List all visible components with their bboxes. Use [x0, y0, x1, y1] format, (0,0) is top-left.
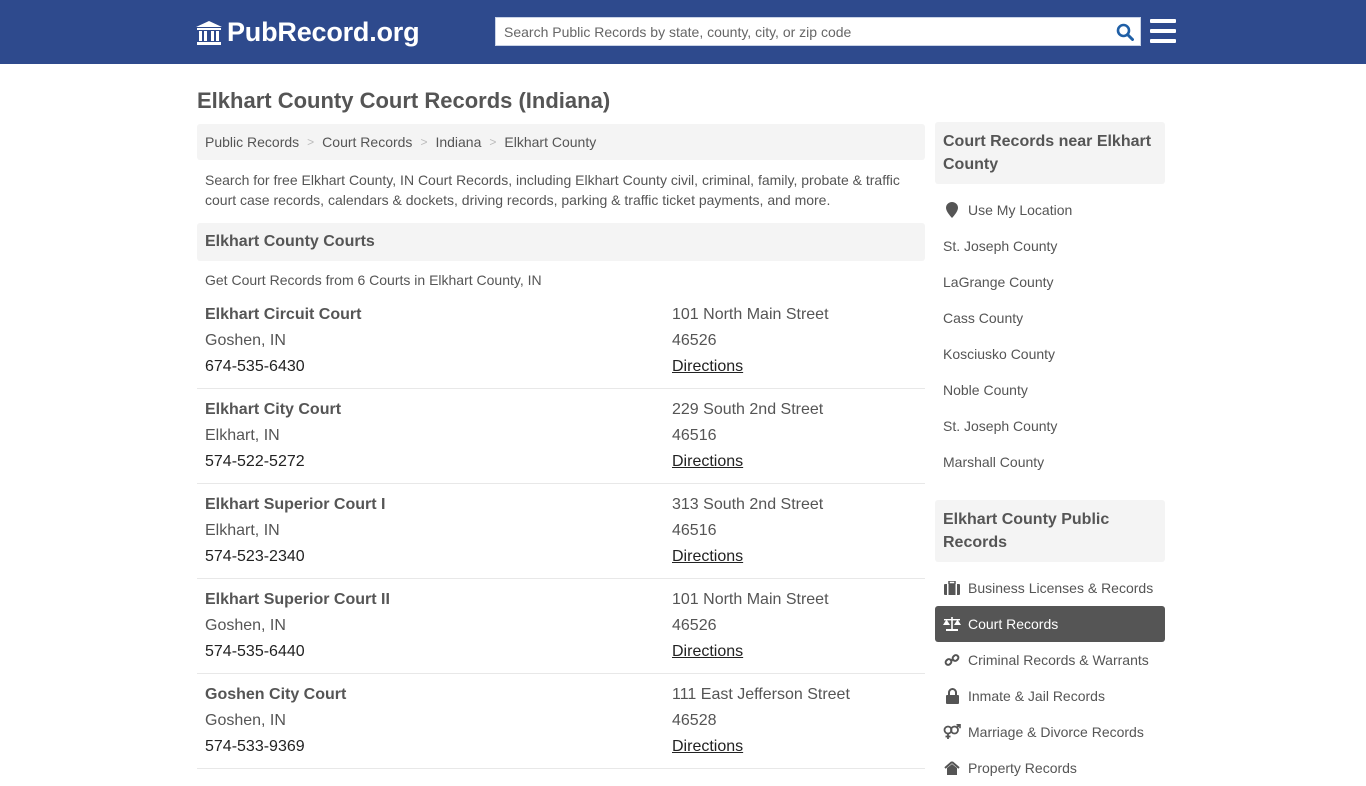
nearby-list: Use My Location St. Joseph County LaGran… [935, 192, 1165, 480]
courts-section-heading: Elkhart County Courts [197, 223, 925, 261]
court-phone[interactable]: 574-522-5272 [205, 449, 341, 475]
courts-count-text: Get Court Records from 6 Courts in Elkha… [205, 272, 542, 288]
court-street: 313 South 2nd Street [672, 496, 824, 513]
sidebar-item-label: Criminal Records & Warrants [968, 652, 1149, 668]
court-zip: 46516 [672, 427, 717, 444]
nearby-county-link[interactable]: St. Joseph County [935, 228, 1165, 264]
sidebar-item-court-records[interactable]: Court Records [935, 606, 1165, 642]
public-records-list: Business Licenses & Records Court Record… [935, 570, 1165, 786]
top-navbar: PubRecord.org [0, 0, 1366, 64]
home-icon [943, 760, 961, 776]
search-icon [1116, 23, 1134, 41]
court-name: Goshen City Court [205, 686, 347, 703]
scales-icon [943, 616, 961, 632]
court-listing: Elkhart Circuit Court Goshen, IN 674-535… [197, 302, 925, 389]
court-zip: 46526 [672, 332, 717, 349]
court-city: Goshen, IN [205, 712, 286, 729]
breadcrumb-court-records[interactable]: Court Records [322, 134, 412, 150]
public-records-block: Elkhart County Public Records Business L… [935, 500, 1165, 786]
menu-bar-icon [1150, 39, 1176, 43]
breadcrumb: Public Records > Court Records > Indiana… [197, 124, 925, 160]
breadcrumb-separator: > [489, 135, 497, 149]
search-input[interactable] [496, 18, 1110, 45]
court-listing: Elkhart Superior Court II Goshen, IN 574… [197, 579, 925, 674]
logo-text: PubRecord.org [227, 17, 420, 47]
court-name: Elkhart Circuit Court [205, 306, 362, 323]
court-name: Elkhart Superior Court I [205, 496, 386, 513]
breadcrumb-separator: > [420, 135, 428, 149]
hamburger-menu-button[interactable] [1150, 19, 1176, 43]
nearby-county-link[interactable]: LaGrange County [935, 264, 1165, 300]
intro-text: Search for free Elkhart County, IN Court… [205, 172, 900, 208]
breadcrumb-separator: > [307, 135, 315, 149]
public-records-heading: Elkhart County Public Records [935, 500, 1165, 562]
breadcrumb-public-records[interactable]: Public Records [205, 134, 299, 150]
nearby-county-link[interactable]: Marshall County [935, 444, 1165, 480]
menu-bar-icon [1150, 19, 1176, 23]
court-phone[interactable]: 674-535-6430 [205, 354, 361, 380]
sidebar-item-marriage-records[interactable]: Marriage & Divorce Records [935, 714, 1165, 750]
court-listing: Goshen City Court Goshen, IN 574-533-936… [197, 674, 925, 769]
page-title: Elkhart County Court Records (Indiana) [197, 88, 611, 113]
court-zip: 46516 [672, 522, 717, 539]
sidebar-item-label: Court Records [968, 616, 1059, 632]
court-street: 101 North Main Street [672, 306, 829, 323]
court-name: Elkhart City Court [205, 401, 342, 418]
sidebar-item-label: Business Licenses & Records [968, 580, 1154, 596]
nearby-county-link[interactable]: St. Joseph County [935, 408, 1165, 444]
sidebar-item-criminal-records[interactable]: Criminal Records & Warrants [935, 642, 1165, 678]
main-content: Public Records > Court Records > Indiana… [197, 124, 925, 769]
directions-link[interactable]: Directions [672, 358, 743, 375]
court-zip: 46526 [672, 617, 717, 634]
search-bar [495, 17, 1141, 46]
nearby-county-link[interactable]: Noble County [935, 372, 1165, 408]
court-city: Elkhart, IN [205, 427, 280, 444]
sidebar-item-label: Property Records [968, 760, 1077, 776]
sidebar-item-label: Marriage & Divorce Records [968, 724, 1144, 740]
nearby-heading: Court Records near Elkhart County [935, 122, 1165, 184]
directions-link[interactable]: Directions [672, 548, 743, 565]
breadcrumb-indiana[interactable]: Indiana [435, 134, 481, 150]
directions-link[interactable]: Directions [672, 453, 743, 470]
court-listing: Elkhart Superior Court I Elkhart, IN 574… [197, 484, 925, 579]
briefcase-icon [943, 580, 961, 596]
sidebar: Court Records near Elkhart County Use My… [935, 122, 1165, 786]
map-marker-icon [943, 202, 961, 218]
court-street: 101 North Main Street [672, 591, 829, 608]
link-icon [943, 652, 961, 668]
menu-bar-icon [1150, 29, 1176, 33]
court-street: 229 South 2nd Street [672, 401, 824, 418]
search-button[interactable] [1110, 18, 1140, 45]
site-logo[interactable]: PubRecord.org [195, 17, 420, 48]
sidebar-item-inmate-records[interactable]: Inmate & Jail Records [935, 678, 1165, 714]
nearby-county-link[interactable]: Kosciusko County [935, 336, 1165, 372]
court-phone[interactable]: 574-533-9369 [205, 734, 346, 760]
sidebar-item-label: Inmate & Jail Records [968, 688, 1105, 704]
court-phone[interactable]: 574-535-6440 [205, 639, 390, 665]
use-my-location-button[interactable]: Use My Location [935, 192, 1165, 228]
court-city: Elkhart, IN [205, 522, 280, 539]
sidebar-item-property-records[interactable]: Property Records [935, 750, 1165, 786]
court-phone[interactable]: 574-523-2340 [205, 544, 385, 570]
nearby-county-link[interactable]: Cass County [935, 300, 1165, 336]
court-name: Elkhart Superior Court II [205, 591, 390, 608]
sidebar-item-business-licenses[interactable]: Business Licenses & Records [935, 570, 1165, 606]
use-my-location-label: Use My Location [968, 202, 1073, 218]
directions-link[interactable]: Directions [672, 738, 743, 755]
venus-mars-icon [943, 724, 961, 740]
court-listing: Elkhart City Court Elkhart, IN 574-522-5… [197, 389, 925, 484]
courts-list: Elkhart Circuit Court Goshen, IN 674-535… [197, 302, 925, 769]
court-zip: 46528 [672, 712, 717, 729]
breadcrumb-elkhart-county[interactable]: Elkhart County [504, 134, 596, 150]
directions-link[interactable]: Directions [672, 643, 743, 660]
courthouse-icon [196, 20, 222, 45]
court-street: 111 East Jefferson Street [672, 686, 850, 703]
court-city: Goshen, IN [205, 617, 286, 634]
court-city: Goshen, IN [205, 332, 286, 349]
lock-icon [943, 688, 961, 704]
